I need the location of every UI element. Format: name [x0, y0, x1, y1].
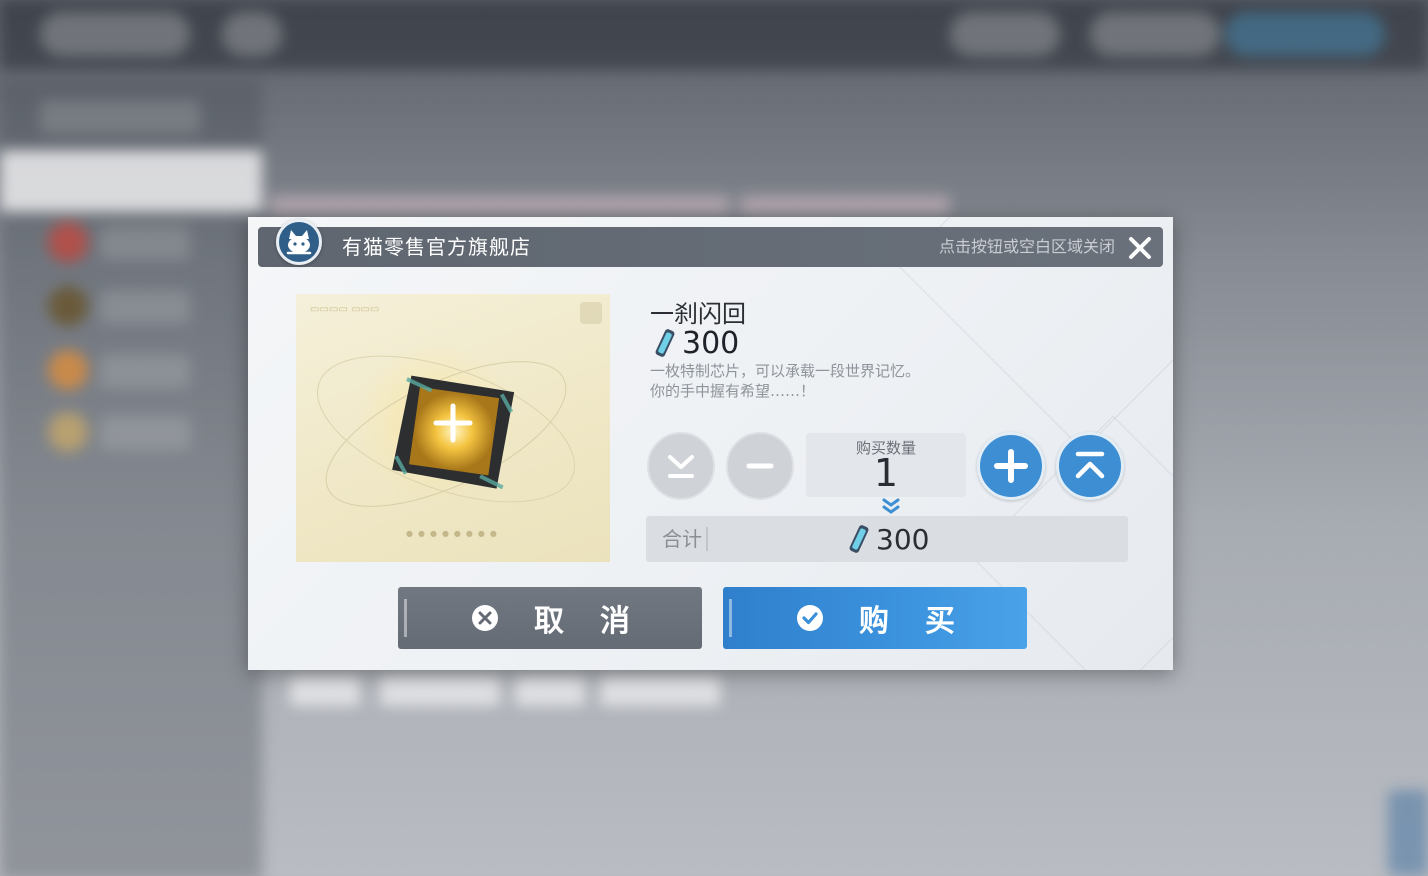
- background-sidebar-item: [100, 354, 190, 388]
- item-price: 300: [682, 325, 740, 361]
- increase-quantity-button[interactable]: [977, 432, 1045, 500]
- max-quantity-button[interactable]: [1056, 432, 1124, 500]
- item-price-row: 300: [652, 325, 739, 361]
- check-icon: [795, 603, 825, 633]
- background-sidebar-item: [100, 290, 190, 324]
- crystal-currency-icon: [655, 329, 675, 357]
- close-button[interactable]: [1125, 233, 1155, 263]
- total-divider: [706, 527, 708, 551]
- cancel-button[interactable]: 取消: [398, 587, 702, 649]
- quantity-value: 1: [873, 451, 899, 495]
- background-top-pill: [222, 12, 282, 56]
- close-icon: [1129, 237, 1151, 259]
- close-hint: 点击按钮或空白区域关闭: [938, 237, 1115, 256]
- item-name: 一刹闪回: [650, 300, 746, 328]
- max-quantity-icon: [1075, 451, 1105, 479]
- background-sidebar-icon: [48, 412, 88, 452]
- background-sidebar-item: [100, 226, 190, 260]
- background-card: [740, 196, 950, 214]
- cancel-label: 取消: [534, 604, 666, 639]
- cancel-x-icon: [470, 603, 500, 633]
- item-description-line: 一枚特制芯片，可以承载一段世界记忆。: [650, 362, 921, 380]
- background-sidebar-icon: [48, 286, 88, 326]
- arrow-down-icon: [882, 498, 900, 514]
- purchase-dialog: 有猫零售官方旗舰店 点击按钮或空白区域关闭 ▭▭▭▭ ▭▭▭ ●●●●●●●● …: [248, 217, 1173, 670]
- total-price: 300: [876, 522, 930, 556]
- dialog-header: 有猫零售官方旗舰店 点击按钮或空白区域关闭: [258, 227, 1163, 267]
- background-sidebar-item: [40, 100, 200, 134]
- background-sidebar-active: [0, 150, 262, 212]
- background-top-pill: [950, 12, 1060, 56]
- crystal-currency-icon: [849, 525, 869, 553]
- button-stripe: [404, 599, 407, 637]
- background-card: [380, 676, 500, 706]
- background-sidebar-icon: [48, 350, 88, 390]
- item-image-card: ▭▭▭▭ ▭▭▭ ●●●●●●●●: [296, 294, 610, 562]
- buy-button[interactable]: 购买: [723, 587, 1027, 649]
- item-card-dots: ●●●●●●●●: [406, 529, 502, 538]
- background-card: [515, 676, 585, 706]
- quantity-box: 购买数量 1: [806, 433, 966, 497]
- buy-label: 购买: [859, 604, 991, 639]
- background-sidebar-item: [100, 416, 190, 450]
- decrease-quantity-button[interactable]: [726, 432, 794, 500]
- cat-logo-icon: [286, 230, 312, 255]
- background-card: [270, 196, 730, 214]
- background-corner-tab: [1388, 790, 1428, 876]
- item-description-line: 你的手中握有希望……！: [650, 382, 816, 400]
- plus-icon: [994, 449, 1028, 483]
- min-quantity-icon: [668, 455, 694, 478]
- total-price-row: 300: [846, 516, 929, 562]
- chip-item-icon: [316, 342, 576, 507]
- item-description: 一枚特制芯片，可以承载一段世界记忆。 你的手中握有希望……！: [650, 361, 1010, 401]
- total-label: 合计: [662, 527, 702, 551]
- background-top-pill: [1225, 12, 1385, 56]
- background-top-pill: [40, 12, 190, 56]
- background-sidebar-icon: [48, 222, 88, 262]
- button-stripe: [729, 599, 732, 637]
- store-name: 有猫零售官方旗舰店: [342, 235, 531, 259]
- background-top-pill: [1090, 12, 1220, 56]
- minus-icon: [746, 463, 774, 469]
- background-card: [290, 676, 360, 706]
- min-quantity-button[interactable]: [647, 432, 715, 500]
- background-card: [600, 676, 720, 706]
- store-logo: [276, 219, 322, 265]
- total-bar: 合计 300: [646, 516, 1128, 562]
